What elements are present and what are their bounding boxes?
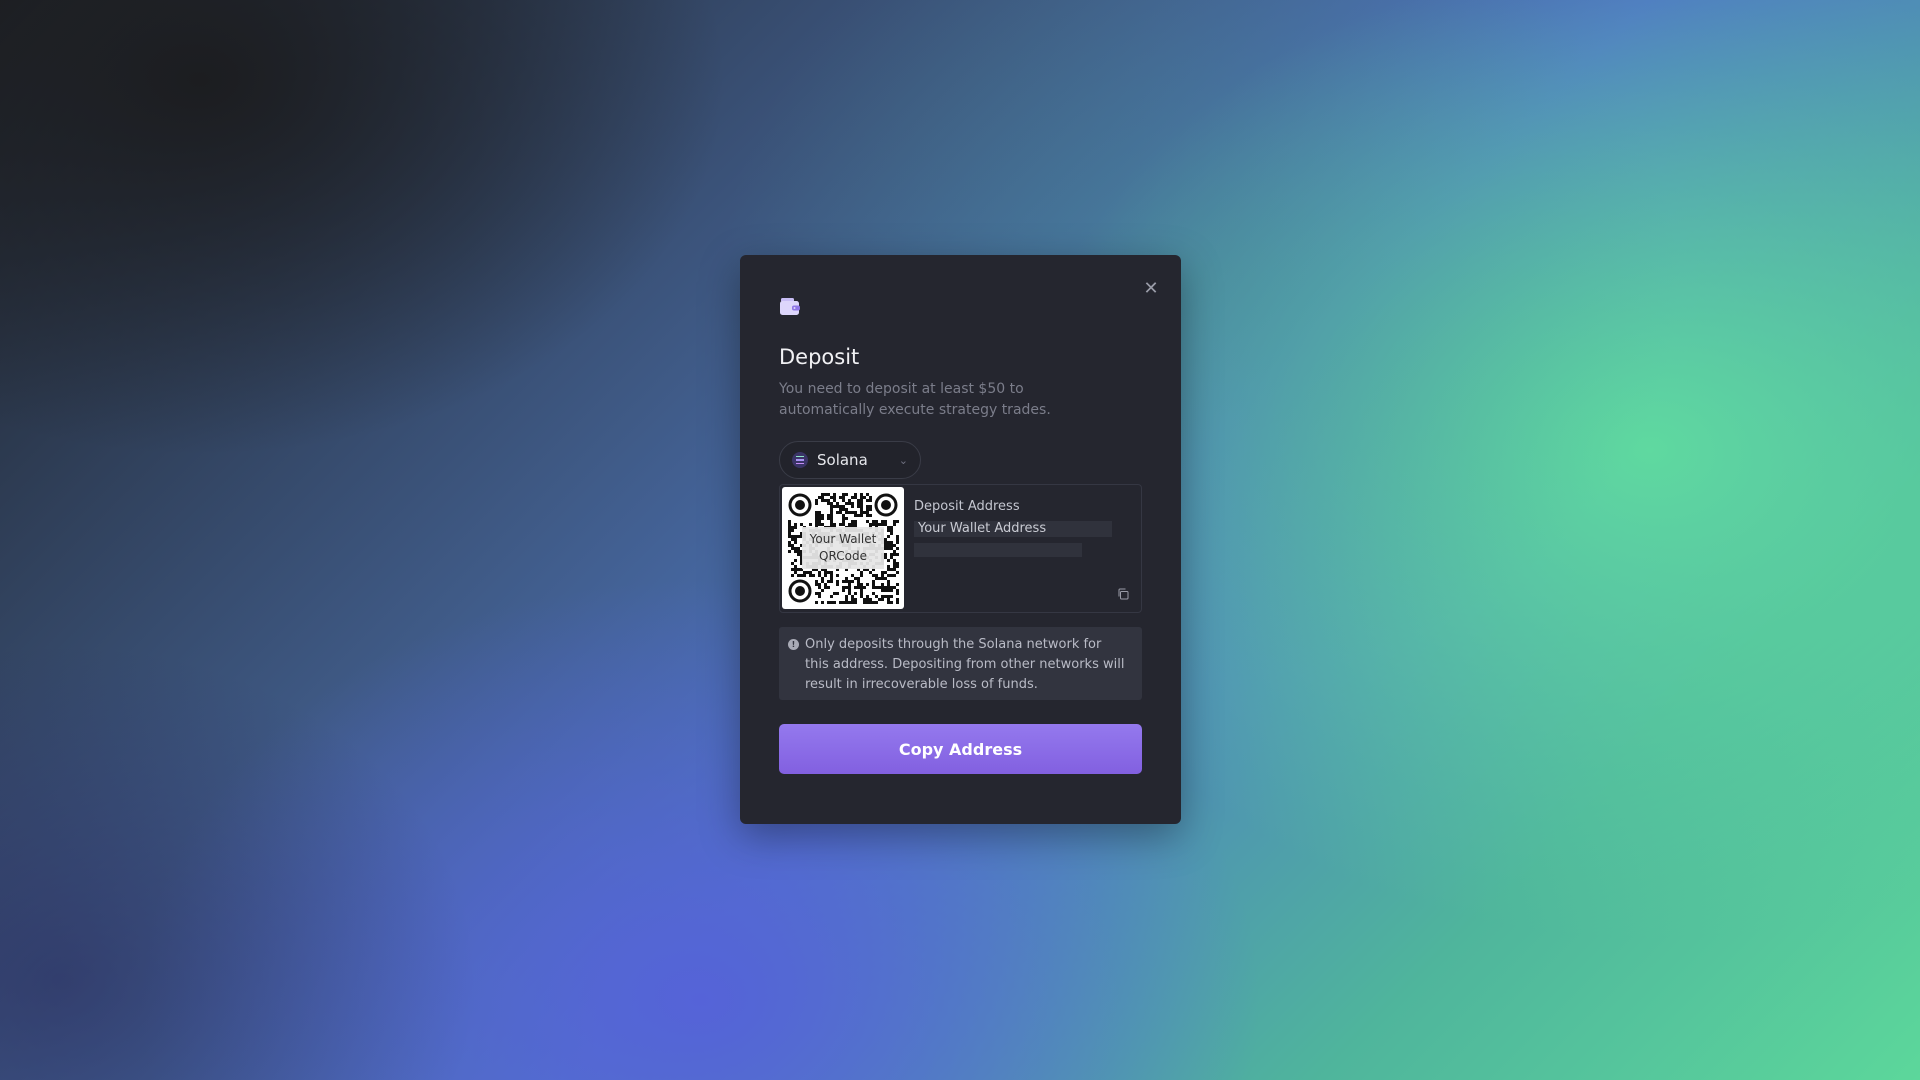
copy-icon[interactable] bbox=[1117, 588, 1129, 600]
deposit-modal: ✕ Deposit You need to deposit at least $… bbox=[740, 255, 1181, 824]
qr-label-line2: QRCode bbox=[819, 549, 867, 563]
chevron-down-icon: ⌄ bbox=[898, 453, 908, 467]
modal-title: Deposit bbox=[779, 345, 860, 369]
address-info: Deposit Address Your Wallet Address bbox=[904, 487, 1139, 610]
copy-address-button[interactable]: Copy Address bbox=[779, 724, 1142, 774]
deposit-address-heading: Deposit Address bbox=[914, 499, 1020, 514]
notice-text: Only deposits through the Solana network… bbox=[805, 637, 1125, 692]
info-icon: ! bbox=[788, 639, 799, 650]
solana-icon bbox=[792, 452, 808, 468]
qr-label-line1: Your Wallet bbox=[809, 532, 877, 546]
deposit-address-box: Your Wallet QRCode Deposit Address Your … bbox=[779, 484, 1142, 613]
modal-subtitle: You need to deposit at least $50 to auto… bbox=[779, 381, 1051, 418]
wallet-address-value[interactable]: Your Wallet Address bbox=[914, 521, 1112, 537]
close-icon: ✕ bbox=[1143, 278, 1159, 299]
qr-placeholder-label: Your Wallet QRCode bbox=[802, 527, 884, 569]
address-placeholder-bar bbox=[914, 543, 1082, 557]
network-warning-notice: ! Only deposits through the Solana netwo… bbox=[779, 627, 1142, 700]
wallet-icon bbox=[780, 298, 800, 315]
close-button[interactable]: ✕ bbox=[1139, 277, 1163, 301]
wallet-qr-code: Your Wallet QRCode bbox=[782, 487, 904, 609]
network-selected-label: Solana bbox=[817, 451, 868, 469]
network-select[interactable]: Solana ⌄ bbox=[779, 441, 921, 479]
